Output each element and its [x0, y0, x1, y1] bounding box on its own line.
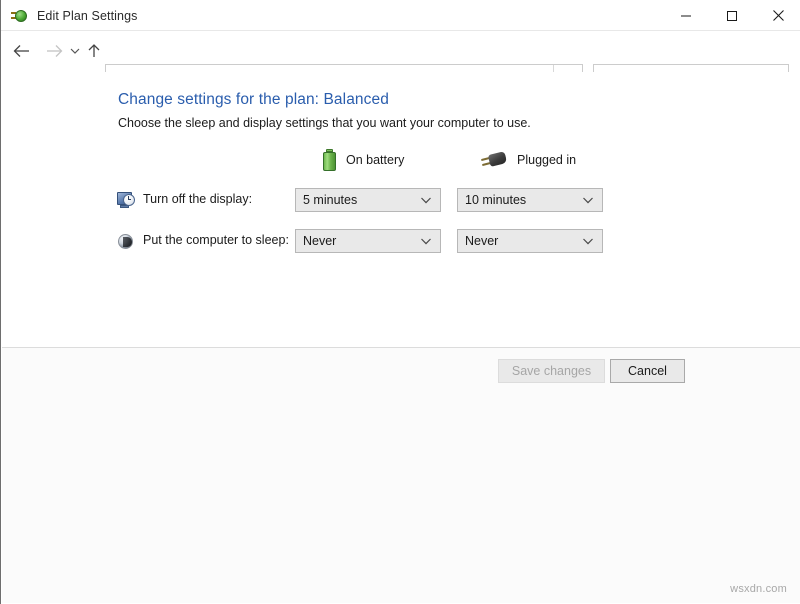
- setting-label-put-computer-to-sleep: Put the computer to sleep:: [143, 233, 289, 247]
- up-arrow-icon[interactable]: [79, 36, 109, 66]
- power-plug-icon: [11, 7, 29, 25]
- dropdown-value: 10 minutes: [465, 193, 526, 207]
- power-plug-icon: [481, 151, 507, 169]
- save-changes-button[interactable]: Save changes: [498, 359, 605, 383]
- dropdown-value: Never: [465, 234, 498, 248]
- column-header-plugged-in: Plugged in: [481, 148, 576, 172]
- title-bar: Edit Plan Settings: [1, 0, 800, 31]
- column-label-plugged-in: Plugged in: [517, 153, 576, 167]
- column-header-on-battery: On battery: [323, 148, 404, 172]
- column-label-on-battery: On battery: [346, 153, 404, 167]
- battery-icon: [323, 149, 336, 171]
- close-icon[interactable]: [755, 0, 800, 31]
- content-area: Change settings for the plan: Balanced C…: [2, 72, 800, 348]
- button-bar: Save changes Cancel wsxdn.com: [2, 348, 800, 603]
- navigation-bar: « Hardware and Sound › Power Options › E…: [1, 31, 800, 72]
- window-title: Edit Plan Settings: [37, 9, 137, 23]
- dropdown-turn-off-display-on-battery[interactable]: 5 minutes: [295, 188, 441, 212]
- dropdown-sleep-plugged-in[interactable]: Never: [457, 229, 603, 253]
- sleep-moon-icon: [116, 231, 136, 251]
- chevron-down-icon: [582, 237, 594, 246]
- chevron-down-icon: [420, 196, 432, 205]
- page-title: Change settings for the plan: Balanced: [118, 91, 389, 109]
- setting-label-turn-off-display: Turn off the display:: [143, 192, 252, 206]
- chevron-down-icon: [582, 196, 594, 205]
- setting-row-put-computer-to-sleep: Put the computer to sleep: Never Never: [2, 229, 800, 255]
- monitor-clock-icon: [116, 190, 136, 210]
- dropdown-sleep-on-battery[interactable]: Never: [295, 229, 441, 253]
- watermark: wsxdn.com: [730, 583, 787, 595]
- window-controls: [663, 0, 800, 31]
- cancel-button[interactable]: Cancel: [610, 359, 685, 383]
- dropdown-turn-off-display-plugged-in[interactable]: 10 minutes: [457, 188, 603, 212]
- dropdown-value: 5 minutes: [303, 193, 357, 207]
- edit-plan-settings-window: Edit Plan Settings: [0, 0, 800, 604]
- back-arrow-icon[interactable]: [7, 36, 37, 66]
- chevron-down-icon: [420, 237, 432, 246]
- page-subtitle: Choose the sleep and display settings th…: [118, 116, 531, 130]
- minimize-icon[interactable]: [663, 0, 709, 31]
- setting-row-turn-off-display: Turn off the display: 5 minutes 10 minut…: [2, 188, 800, 214]
- dropdown-value: Never: [303, 234, 336, 248]
- maximize-icon[interactable]: [709, 0, 755, 31]
